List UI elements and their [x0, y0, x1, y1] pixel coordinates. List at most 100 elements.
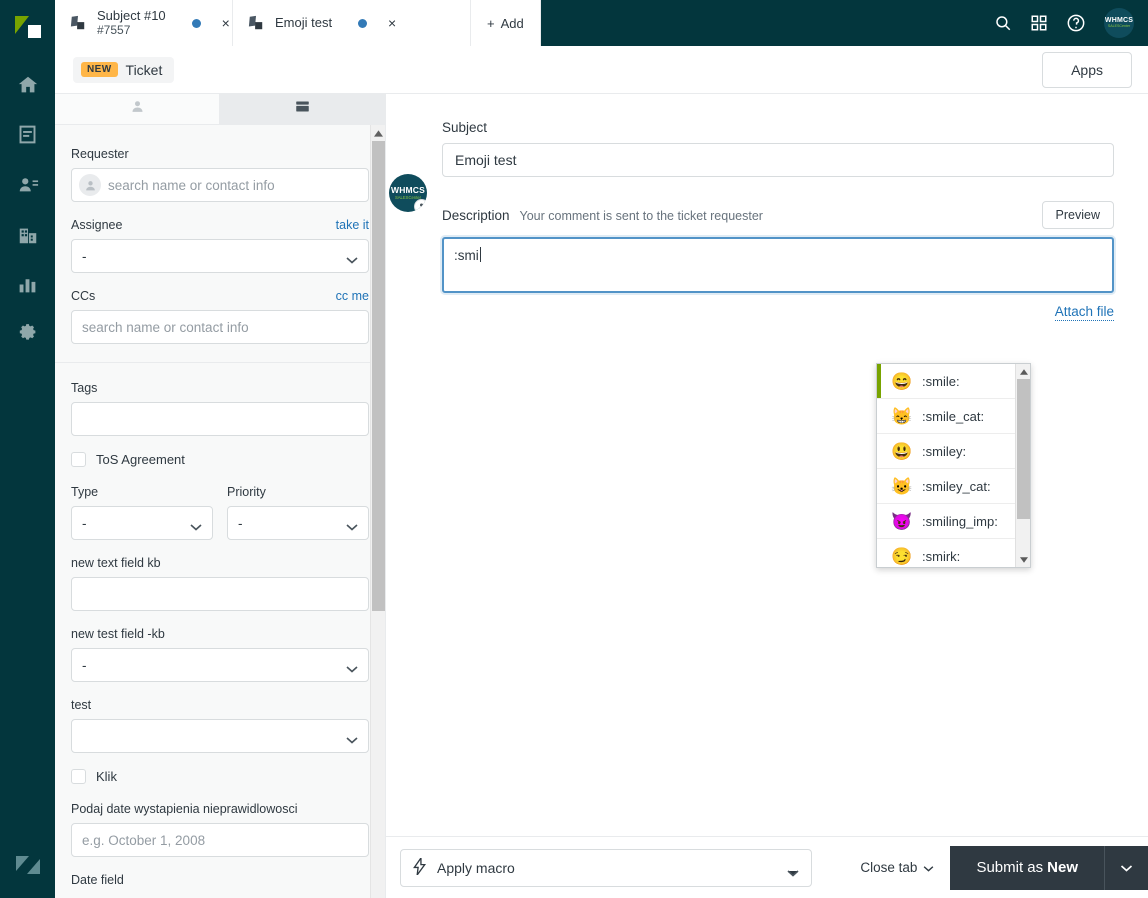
tags-input[interactable]: [71, 402, 369, 436]
emoji-suggestion-item[interactable]: 😈 :smiling_imp:: [877, 504, 1015, 539]
requester-input[interactable]: [71, 168, 369, 202]
avatar-line2: SALESCenter: [1107, 24, 1131, 29]
emoji-suggestion-item[interactable]: 😄 :smile:: [877, 364, 1015, 399]
home-icon: [17, 74, 39, 101]
sidebar-item-views[interactable]: [0, 112, 55, 162]
scrollbar-thumb[interactable]: [1017, 379, 1030, 519]
sidebar-item-admin[interactable]: [0, 312, 55, 362]
customers-icon: [17, 174, 39, 201]
ticket-tab-2[interactable]: Emoji test ×: [233, 0, 471, 46]
field-klik[interactable]: Klik: [71, 769, 369, 784]
klik-checkbox[interactable]: [71, 769, 86, 784]
zendesk-z-icon[interactable]: [13, 850, 43, 880]
assignee-select[interactable]: -: [71, 239, 369, 273]
priority-label: Priority: [227, 485, 266, 499]
field-new-text-field-kb: new text field kb: [71, 556, 369, 611]
apply-macro-label: Apply macro: [437, 859, 515, 876]
date-field-label: Date field: [71, 873, 124, 887]
sidebar-item-organizations[interactable]: [0, 212, 55, 262]
views-icon: [17, 124, 38, 150]
ticket-properties-panel: Requester Assignee take it: [55, 94, 386, 898]
scroll-down-arrow-icon[interactable]: [1016, 552, 1030, 567]
emoji-glyph: 😸: [891, 406, 913, 426]
emoji-popup-scrollbar[interactable]: [1015, 364, 1030, 567]
sidebar-item-reporting[interactable]: [0, 262, 55, 312]
new-text-field-kb-input[interactable]: [71, 577, 369, 611]
tab-status-dot: [191, 18, 201, 28]
preview-button[interactable]: Preview: [1041, 201, 1114, 229]
description-hint: Your comment is sent to the ticket reque…: [519, 208, 763, 223]
apps-grid-icon[interactable]: [1030, 14, 1048, 32]
apps-button[interactable]: Apps: [1042, 51, 1132, 88]
sidebar-item-home[interactable]: [0, 62, 55, 112]
product-nav-rail: [0, 0, 55, 898]
emoji-suggestion-item[interactable]: 😏 :smirk:: [877, 539, 1015, 567]
ticket-tab-1[interactable]: Subject #10 #7557 ×: [55, 0, 233, 46]
scroll-up-arrow-icon[interactable]: [1016, 364, 1030, 379]
new-text-field-kb-label: new text field kb: [71, 556, 161, 570]
scroll-up-arrow-icon[interactable]: [371, 125, 385, 141]
tab-text-2: Emoji test: [275, 15, 332, 31]
emoji-name: :smile:: [922, 373, 960, 389]
tab-close-icon[interactable]: ×: [217, 14, 235, 32]
emoji-suggestion-item[interactable]: 😃 :smiley:: [877, 434, 1015, 469]
apply-macro-dropdown[interactable]: Apply macro: [400, 848, 812, 887]
chevron-down-icon: [190, 519, 202, 531]
submit-options-caret[interactable]: [1104, 845, 1148, 890]
editor-typed-text: :smi: [454, 248, 479, 263]
add-tab-button[interactable]: + Add: [471, 0, 541, 46]
plus-icon: +: [487, 15, 495, 31]
sidebar-item-customers[interactable]: [0, 162, 55, 212]
new-test-field-kb-select[interactable]: -: [71, 648, 369, 682]
subject-input[interactable]: [442, 143, 1114, 177]
ticket-editor-area: Subject WHMCS SALESCenter Description Yo…: [386, 94, 1148, 836]
klik-label: Klik: [96, 769, 117, 784]
field-tos-agreement[interactable]: ToS Agreement: [71, 452, 369, 467]
emoji-suggestion-item[interactable]: 😺 :smiley_cat:: [877, 469, 1015, 504]
panel-tab-user[interactable]: [55, 94, 220, 124]
type-value: -: [82, 515, 87, 531]
submit-button[interactable]: Submit as New: [950, 845, 1104, 890]
help-circle-icon[interactable]: [1066, 13, 1086, 33]
emoji-suggestion-item[interactable]: 😸 :smile_cat:: [877, 399, 1015, 434]
subject-label: Subject: [442, 120, 488, 135]
attach-file-link[interactable]: Attach file: [1054, 304, 1114, 321]
ccs-input[interactable]: [71, 310, 369, 344]
emoji-autocomplete-popup[interactable]: 😄 :smile: 😸 :smile_cat: 😃 :smiley: 😺:sm…: [876, 363, 1031, 568]
test-select[interactable]: [71, 719, 369, 753]
search-icon[interactable]: [994, 14, 1012, 32]
description-editor[interactable]: :smi: [442, 237, 1114, 293]
chevron-down-icon: [923, 860, 934, 875]
close-tab-dropdown[interactable]: Close tab: [858, 854, 936, 881]
priority-select[interactable]: -: [227, 506, 369, 540]
podaj-date-input[interactable]: [71, 823, 369, 857]
tos-label: ToS Agreement: [96, 452, 185, 467]
podaj-date-label: Podaj date wystapienia nieprawidlowosci: [71, 802, 298, 816]
field-test: test: [71, 698, 369, 753]
panel-tab-fields[interactable]: [220, 94, 385, 124]
emoji-name: :smiley_cat:: [922, 478, 991, 494]
submit-button-group: Submit as New: [950, 845, 1148, 890]
description-header-row: Description Your comment is sent to the …: [442, 201, 1114, 229]
field-ccs: CCs cc me: [71, 289, 369, 344]
text-caret: [479, 247, 481, 262]
scrollbar-thumb[interactable]: [372, 141, 385, 611]
chevron-down-icon: [346, 519, 358, 531]
type-select[interactable]: -: [71, 506, 213, 540]
user-avatar[interactable]: WHMCS SALESCenter: [1104, 8, 1134, 38]
zendesk-logo-icon[interactable]: [11, 12, 45, 46]
field-type: Type -: [71, 485, 213, 540]
chevron-down-icon: [346, 661, 358, 673]
comment-author-avatar: WHMCS SALESCenter: [389, 174, 427, 212]
header-actions: WHMCS SALESCenter: [994, 0, 1148, 46]
tos-checkbox[interactable]: [71, 452, 86, 467]
panel-scrollbar[interactable]: [370, 125, 385, 898]
new-ticket-pill[interactable]: NEW Ticket: [73, 56, 175, 83]
take-it-link[interactable]: take it: [336, 218, 369, 232]
priority-value: -: [238, 515, 243, 531]
tab-close-icon[interactable]: ×: [383, 14, 401, 32]
tab-status-dot: [358, 18, 368, 28]
emoji-glyph: 😏: [891, 546, 913, 566]
new-test-field-kb-value: -: [82, 657, 87, 673]
cc-me-link[interactable]: cc me: [336, 289, 369, 303]
